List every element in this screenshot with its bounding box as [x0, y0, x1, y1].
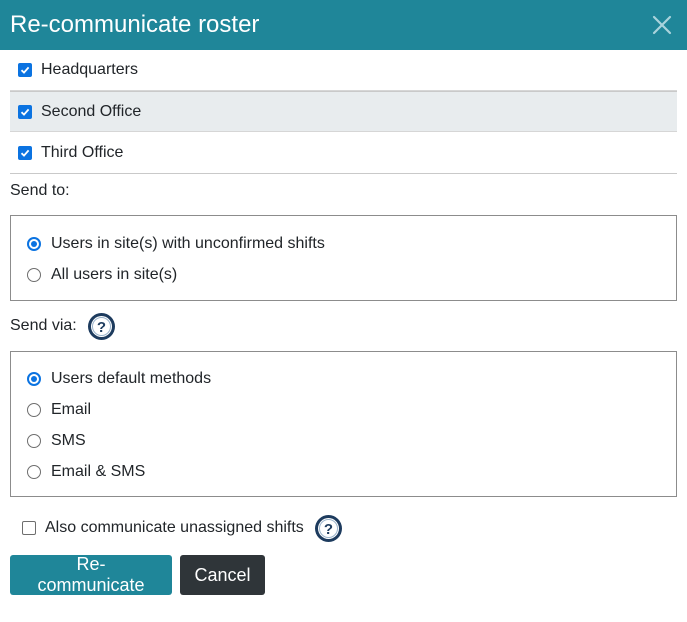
- radio-button[interactable]: [27, 433, 41, 448]
- send-to-label: Send to:: [10, 182, 70, 199]
- dialog-header: Re-communicate roster: [0, 0, 687, 50]
- site-label: Headquarters: [41, 61, 138, 78]
- radio-button[interactable]: [27, 236, 41, 251]
- option-label: Email & SMS: [51, 462, 146, 480]
- recommunicate-button[interactable]: Re-communicate: [10, 554, 172, 595]
- site-item-third-office[interactable]: Third Office: [10, 132, 677, 173]
- send-to-option-unconfirmed[interactable]: Users in site(s) with unconfirmed shifts: [27, 228, 676, 259]
- send-via-row: Send via: ?: [10, 309, 677, 343]
- unassigned-shifts-row[interactable]: Also communicate unassigned shifts ?: [10, 511, 677, 545]
- checkbox[interactable]: [18, 63, 32, 77]
- help-icon[interactable]: ?: [87, 312, 116, 341]
- radio-button[interactable]: [27, 402, 41, 417]
- dialog-buttons: Re-communicate Cancel: [10, 554, 677, 595]
- site-item-second-office[interactable]: Second Office: [10, 91, 677, 132]
- site-label: Third Office: [41, 143, 124, 161]
- option-label: Users in site(s) with unconfirmed shifts: [51, 234, 325, 252]
- option-label: Email: [51, 400, 92, 418]
- send-via-option-email-sms[interactable]: Email & SMS: [27, 456, 676, 487]
- checkbox[interactable]: [18, 104, 32, 119]
- site-item-headquarters[interactable]: Headquarters: [10, 50, 677, 91]
- send-via-option-default[interactable]: Users default methods: [27, 363, 676, 394]
- send-via-option-email[interactable]: Email: [27, 394, 676, 425]
- recommunicate-dialog: Re-communicate roster Headquarters Secon…: [0, 0, 687, 622]
- close-icon[interactable]: [647, 10, 677, 40]
- send-to-option-all[interactable]: All users in site(s): [27, 259, 676, 290]
- option-label: Users default methods: [51, 369, 212, 387]
- send-to-options: Users in site(s) with unconfirmed shifts…: [10, 215, 677, 301]
- cancel-button[interactable]: Cancel: [180, 555, 265, 595]
- radio-button[interactable]: [27, 464, 41, 479]
- radio-button[interactable]: [27, 267, 41, 282]
- option-label: All users in site(s): [51, 265, 178, 283]
- checkbox[interactable]: [18, 145, 32, 160]
- site-list: Headquarters Second Office Third Office: [10, 50, 677, 174]
- radio-button[interactable]: [27, 371, 41, 386]
- dialog-body: Headquarters Second Office Third Office …: [0, 50, 687, 595]
- send-via-label: Send via:: [10, 317, 77, 334]
- unassigned-shifts-label: Also communicate unassigned shifts: [45, 519, 304, 536]
- dialog-title: Re-communicate roster: [10, 11, 260, 38]
- send-via-option-sms[interactable]: SMS: [27, 425, 676, 456]
- send-via-options: Users default methods Email SMS Email & …: [10, 351, 677, 497]
- option-label: SMS: [51, 431, 86, 449]
- svg-text:?: ?: [97, 319, 106, 336]
- help-icon[interactable]: ?: [314, 514, 343, 543]
- site-label: Second Office: [41, 102, 142, 120]
- unassigned-shifts-checkbox[interactable]: [22, 521, 36, 535]
- svg-text:?: ?: [324, 521, 333, 538]
